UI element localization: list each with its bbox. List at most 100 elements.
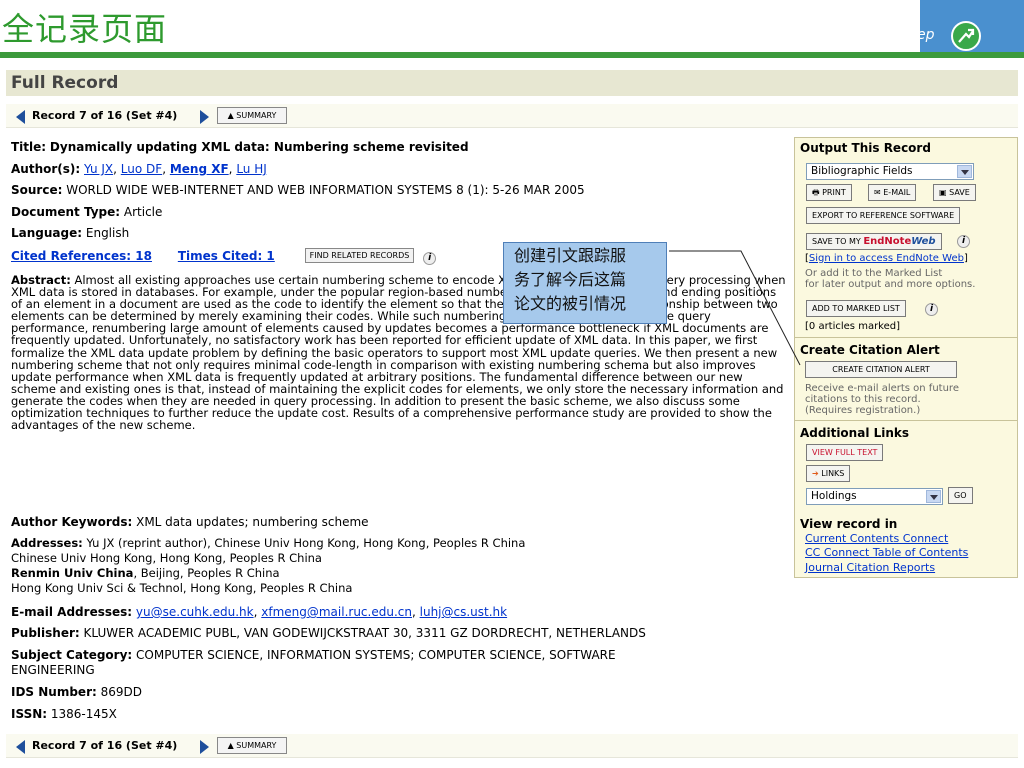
banner-step-text: ep <box>917 27 935 43</box>
export-button[interactable]: EXPORT TO REFERENCE SOFTWARE <box>806 207 961 224</box>
view-link[interactable]: CC Connect Table of Contents <box>805 546 968 559</box>
view-link[interactable]: Current Contents Connect <box>805 532 948 545</box>
address-line: Hong Kong Univ Sci & Technol, Hong Kong,… <box>11 581 353 595</box>
title-label: Title: <box>11 140 47 154</box>
doctype-row: Document Type: Article <box>11 205 162 219</box>
marked-note: for later output and more options. <box>805 279 976 290</box>
output-fields-value: Bibliographic Fields <box>811 165 913 177</box>
email-label: E-MAIL <box>883 188 911 197</box>
sign-in-row: [Sign in to access EndNote Web] <box>805 253 968 264</box>
times-cited-link[interactable]: Times Cited: 1 <box>178 249 275 263</box>
alert-note: (Requires registration.) <box>805 405 921 416</box>
save-button[interactable]: ▣ SAVE <box>933 184 976 201</box>
annotation-callout: 创建引文跟踪服 务了解今后这篇 论文的被引情况 <box>503 242 667 324</box>
full-record-header: Full Record <box>6 70 1018 96</box>
print-label: PRINT <box>822 188 846 197</box>
address-line: Chinese Univ Hong Kong, Hong Kong, Peopl… <box>11 551 322 565</box>
sign-in-endnote-link[interactable]: Sign in to access EndNote Web <box>809 253 964 264</box>
issn-label: ISSN: <box>11 707 48 721</box>
endnote-brand: EndNote <box>863 236 912 247</box>
author-link[interactable]: Yu JX <box>84 162 113 176</box>
add-to-marked-list-button[interactable]: ADD TO MARKED LIST <box>806 300 906 317</box>
next-record-icon[interactable] <box>200 740 209 754</box>
print-button[interactable]: 🖶 PRINT <box>806 184 852 201</box>
publisher-row: Publisher: KLUWER ACADEMIC PUBL, VAN GOD… <box>11 626 646 640</box>
endnote-suffix: Web <box>911 236 936 247</box>
links-button[interactable]: ➔ LINKS <box>806 465 851 482</box>
links-title: Additional Links <box>800 426 910 440</box>
doctype-value: Article <box>123 205 163 219</box>
language-value: English <box>85 226 130 240</box>
authors-row: Author(s): Yu JX, Luo DF, Meng XF, Lu HJ <box>11 162 267 176</box>
ids-row: IDS Number: 869DD <box>11 685 142 699</box>
sidebar-panel: Output This Record Bibliographic Fields … <box>794 137 1018 578</box>
citation-alert-section: Create Citation Alert CREATE CITATION AL… <box>795 339 1017 421</box>
summary-button[interactable]: ▲ SUMMARY <box>217 737 287 754</box>
banner-divider <box>0 52 1024 58</box>
doctype-label: Document Type: <box>11 205 121 219</box>
top-banner: 全记录页面 ep <box>0 0 1024 58</box>
subject-row: Subject Category: COMPUTER SCIENCE, INFO… <box>11 648 616 678</box>
output-section: Output This Record Bibliographic Fields … <box>795 138 1017 338</box>
issn-value: 1386-145X <box>50 707 117 721</box>
source-label: Source: <box>11 183 63 197</box>
info-icon[interactable]: i <box>957 235 970 248</box>
holdings-value: Holdings <box>811 490 857 502</box>
info-icon[interactable]: i <box>423 252 437 265</box>
addresses-label: Addresses: <box>11 536 83 550</box>
prev-record-icon[interactable] <box>16 740 25 754</box>
view-link[interactable]: Journal Citation Reports <box>805 561 935 574</box>
view-full-text-button[interactable]: VIEW FULL TEXT <box>806 444 884 461</box>
address-line: , Beijing, Peoples R China <box>133 566 280 580</box>
address-institution: Renmin Univ China <box>11 566 134 580</box>
links-label: LINKS <box>821 469 845 478</box>
alert-note: Receive e-mail alerts on future <box>805 383 959 394</box>
address-line: Yu JX (reprint author), Chinese Univ Hon… <box>86 536 526 550</box>
prev-record-icon[interactable] <box>16 110 25 124</box>
keywords-row: Author Keywords: XML data updates; numbe… <box>11 515 369 529</box>
email-label: E-mail Addresses: <box>11 605 133 619</box>
go-button[interactable]: GO <box>948 487 973 504</box>
alert-note: citations to this record. <box>805 394 921 405</box>
email-link[interactable]: luhj@cs.ust.hk <box>420 605 507 619</box>
arrow-circle-icon[interactable] <box>951 21 981 51</box>
language-label: Language: <box>11 226 83 240</box>
chevron-down-icon <box>926 490 941 503</box>
save-label: SAVE <box>949 188 970 197</box>
subject-label: Subject Category: <box>11 648 133 662</box>
info-icon[interactable]: i <box>925 303 938 316</box>
author-link[interactable]: Meng XF <box>170 162 229 176</box>
addresses-block: Addresses: Yu JX (reprint author), Chine… <box>11 536 525 596</box>
keywords-label: Author Keywords: <box>11 515 133 529</box>
email-link[interactable]: yu@se.cuhk.edu.hk <box>136 605 254 619</box>
save-endnote-button[interactable]: SAVE TO MY EndNoteWeb <box>806 233 942 250</box>
issn-row: ISSN: 1386-145X <box>11 707 117 721</box>
keywords-value: XML data updates; numbering scheme <box>136 515 369 529</box>
cited-references-link[interactable]: Cited References: 18 <box>11 249 152 263</box>
authors-label: Author(s): <box>11 162 81 176</box>
callout-line: 创建引文跟踪服 <box>514 246 627 265</box>
create-citation-alert-button[interactable]: CREATE CITATION ALERT <box>805 361 957 378</box>
publisher-value: KLUWER ACADEMIC PUBL, VAN GODEWIJCKSTRAA… <box>83 626 646 640</box>
next-record-icon[interactable] <box>200 110 209 124</box>
find-related-records-button[interactable]: FIND RELATED RECORDS <box>304 248 415 263</box>
subject-value: COMPUTER SCIENCE, INFORMATION SYSTEMS; C… <box>136 648 616 662</box>
callout-line: 论文的被引情况 <box>514 294 627 313</box>
view-in-title: View record in <box>800 517 898 531</box>
summary-button[interactable]: ▲ SUMMARY <box>217 107 287 124</box>
slide-title: 全记录页面 <box>2 10 168 48</box>
callout-line: 务了解今后这篇 <box>514 270 627 289</box>
output-title: Output This Record <box>800 141 931 155</box>
record-position: Record 7 of 16 (Set #4) <box>32 739 178 752</box>
email-button[interactable]: ✉ E-MAIL <box>868 184 917 201</box>
page-title: Full Record <box>11 73 119 93</box>
language-row: Language: English <box>11 226 129 240</box>
record-nav-bottom: Record 7 of 16 (Set #4) ▲ SUMMARY <box>6 734 1018 758</box>
author-link[interactable]: Luo DF <box>121 162 162 176</box>
holdings-select[interactable]: Holdings <box>806 488 943 505</box>
author-link[interactable]: Lu HJ <box>236 162 266 176</box>
endnote-prefix: SAVE TO MY <box>812 237 864 246</box>
chevron-down-icon <box>957 165 972 178</box>
output-fields-select[interactable]: Bibliographic Fields <box>806 163 974 180</box>
email-link[interactable]: xfmeng@mail.ruc.edu.cn <box>261 605 412 619</box>
